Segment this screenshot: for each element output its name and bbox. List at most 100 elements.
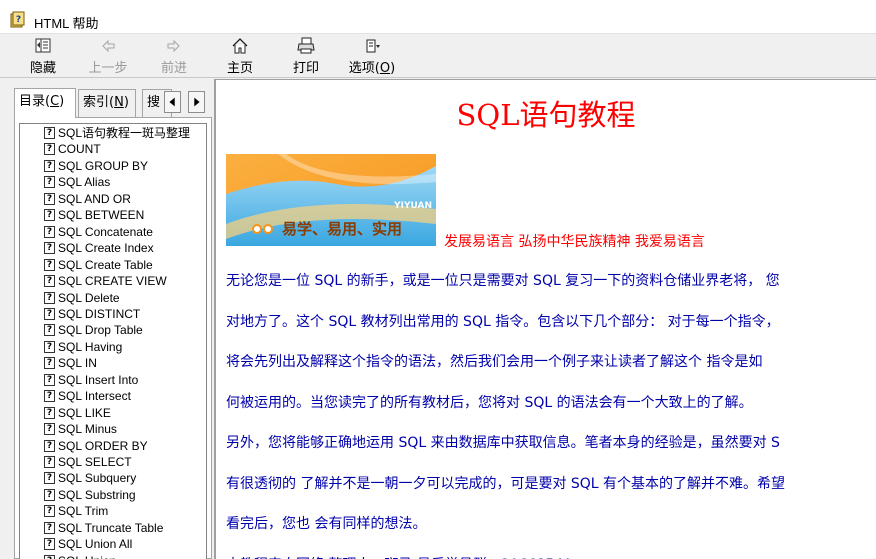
- toc-item-label: SQL Intersect: [58, 389, 131, 404]
- title-bar[interactable]: ? HTML 帮助: [0, 0, 876, 34]
- toc-item[interactable]: ? SQL Concatenate: [44, 224, 153, 240]
- help-page-icon: ?: [44, 258, 55, 271]
- toc-item[interactable]: ? SQL Subquery: [44, 470, 136, 486]
- home-button[interactable]: 主页: [225, 36, 255, 76]
- print-label: 打印: [292, 61, 319, 76]
- back-arrow-icon: [102, 39, 115, 53]
- tabs-scroll-left-button[interactable]: [164, 91, 181, 113]
- window-title: HTML 帮助: [34, 16, 99, 31]
- toc-item-label: SQL Alias: [58, 175, 111, 190]
- help-page-icon: ?: [44, 554, 55, 559]
- toc-item-label: SQL Subquery: [58, 471, 137, 486]
- help-page-icon: ?: [44, 127, 55, 139]
- toc-item[interactable]: ? SQL Substring: [44, 487, 136, 503]
- back-label: 上一步: [88, 61, 128, 76]
- toc-item[interactable]: ? SQL CREATE VIEW: [44, 273, 167, 289]
- toc-tree[interactable]: ? SQL语句教程一斑马整理? COUNT? SQL GROUP BY? SQL Ali…: [19, 123, 207, 559]
- toc-item-label: SQL IN: [58, 356, 97, 371]
- toc-item[interactable]: ? SQL LIKE: [44, 405, 111, 421]
- toc-item[interactable]: ? SQL AND OR: [44, 191, 131, 207]
- toc-item[interactable]: ? SQL Create Table: [44, 257, 153, 273]
- forward-button[interactable]: 前进: [158, 36, 190, 76]
- toc-item[interactable]: ? SQL SELECT: [44, 454, 132, 470]
- toc-item[interactable]: ? SQL IN: [44, 355, 97, 371]
- help-page-icon: ?: [44, 456, 55, 468]
- options-icon: [366, 39, 380, 53]
- help-page-icon: ?: [44, 538, 55, 551]
- help-page-icon: ?: [44, 159, 55, 172]
- toc-item[interactable]: ? SQL ORDER BY: [44, 438, 148, 454]
- banner-brand: YIYUAN: [393, 201, 432, 211]
- toc-item[interactable]: ? SQL Truncate Table: [44, 520, 163, 536]
- toc-item-label: SQL Trim: [58, 504, 109, 519]
- paragraph-line: 有很透彻的 了解并不是一朝一夕可以完成的，可是要对 SQL 有个基本的了解并不难…: [226, 475, 786, 492]
- toc-item[interactable]: ? SQL BETWEEN: [44, 207, 144, 223]
- paragraph-line: 将会先列出及解释这个指令的语法，然后我们会用一个例子来让读者了解这个 指令是如: [226, 354, 763, 370]
- toc-item[interactable]: ? SQL Intersect: [44, 388, 131, 404]
- toc-item[interactable]: ? SQL Trim: [44, 503, 108, 519]
- toc-item-label: SQL Insert Into: [58, 372, 139, 387]
- toc-item-label: SQL Having: [58, 339, 123, 354]
- hide-label: 隐藏: [29, 61, 56, 76]
- slogan-text: 发展易语言 弘扬中华民族精神 我爱易语言: [444, 234, 705, 250]
- help-page-icon: ?: [44, 291, 55, 304]
- toc-item-label: SQL Truncate Table: [58, 520, 164, 535]
- tab-contents[interactable]: 目录(C): [14, 88, 76, 118]
- help-page-icon: ?: [44, 357, 55, 370]
- toc-item[interactable]: ? SQL Create Index: [44, 240, 154, 256]
- toc-item-label: SQL Minus: [58, 422, 117, 437]
- toc-item-label: SQL Create Table: [58, 257, 153, 272]
- toc-item-label: SQL BETWEEN: [58, 208, 145, 223]
- back-button[interactable]: 上一步: [86, 36, 130, 76]
- help-page-icon: ?: [44, 143, 55, 156]
- toc-item-label: SQL AND OR: [58, 191, 131, 206]
- toc-item-label: SQL DISTINCT: [58, 306, 141, 321]
- toc-item[interactable]: ? SQL Alias: [44, 174, 110, 190]
- toc-item[interactable]: ? SQL Insert Into: [44, 372, 138, 388]
- yiyuan-banner-image: YIYUAN 易学、易用、实用: [226, 154, 436, 246]
- toc-item[interactable]: ? SQL GROUP BY: [44, 158, 148, 174]
- help-page-icon: ?: [44, 307, 55, 320]
- toc-item[interactable]: ? SQL Union All: [44, 536, 132, 552]
- forward-arrow-icon: [167, 39, 180, 53]
- tabs-scroll-right-button[interactable]: [188, 91, 205, 113]
- toc-item-label: SQL Union: [58, 554, 116, 559]
- toc-item[interactable]: ? SQL Drop Table: [44, 322, 143, 338]
- toc-item[interactable]: ? COUNT: [44, 141, 101, 157]
- help-page-icon: ?: [44, 439, 55, 452]
- toc-item[interactable]: ? SQL语句教程一斑马整理: [44, 125, 190, 141]
- paragraph-line: 看完后，您也 会有同样的想法。: [226, 516, 427, 532]
- help-page-icon: ?: [44, 209, 55, 222]
- toc-item[interactable]: ? SQL Minus: [44, 421, 117, 437]
- toc-item-label: SQL Concatenate: [58, 224, 153, 239]
- forward-label: 前进: [160, 61, 187, 76]
- help-page-icon: ?: [44, 521, 55, 534]
- help-page-icon: ?: [44, 225, 55, 238]
- paragraph-line: 对地方了。这个 SQL 教材列出常用的 SQL 指令。包含以下几个部分： 对于每…: [226, 313, 780, 330]
- options-label: 选项(O): [348, 61, 396, 76]
- paragraph-line: 何被运用的。当您读完了的所有教材后，您将对 SQL 的语法会有一个大致上的了解。: [226, 394, 753, 411]
- help-page-icon: ?: [44, 472, 55, 485]
- banner-text: 易学、易用、实用: [282, 220, 402, 238]
- help-page-icon: ?: [44, 488, 55, 501]
- toc-item-label: SQL Drop Table: [58, 323, 143, 338]
- options-button[interactable]: 选项(O): [347, 36, 397, 76]
- help-page-icon: ?: [44, 324, 55, 337]
- toc-item-label: SQL Create Index: [58, 241, 154, 256]
- navigation-pane: 目录(C) 索引(N) 搜 ? SQL语句教程一斑马整理? COUNT? SQL GR…: [0, 79, 214, 559]
- printer-icon: [297, 37, 315, 54]
- toc-item[interactable]: ? SQL DISTINCT: [44, 306, 140, 322]
- hide-button[interactable]: 隐藏: [28, 36, 58, 76]
- nav-tabs: 目录(C) 索引(N) 搜: [14, 88, 214, 118]
- triangle-left-icon: [169, 97, 175, 107]
- help-page-icon: ?: [44, 390, 55, 403]
- tab-index[interactable]: 索引(N): [78, 89, 136, 117]
- toc-item[interactable]: ?SQL Union: [44, 553, 116, 559]
- toc-item[interactable]: ? SQL Delete: [44, 290, 120, 306]
- print-button[interactable]: 打印: [291, 36, 321, 76]
- toc-item-label: SQL SELECT: [58, 455, 132, 469]
- toc-item-label: SQL Substring: [58, 487, 136, 502]
- toc-item[interactable]: ? SQL Having: [44, 339, 122, 355]
- toc-item-label: SQL LIKE: [58, 405, 111, 420]
- topic-content: SQL语句教程 YIYUAN 易学、易用、实用 发展易语言 弘扬中华民族精神 我…: [216, 79, 876, 559]
